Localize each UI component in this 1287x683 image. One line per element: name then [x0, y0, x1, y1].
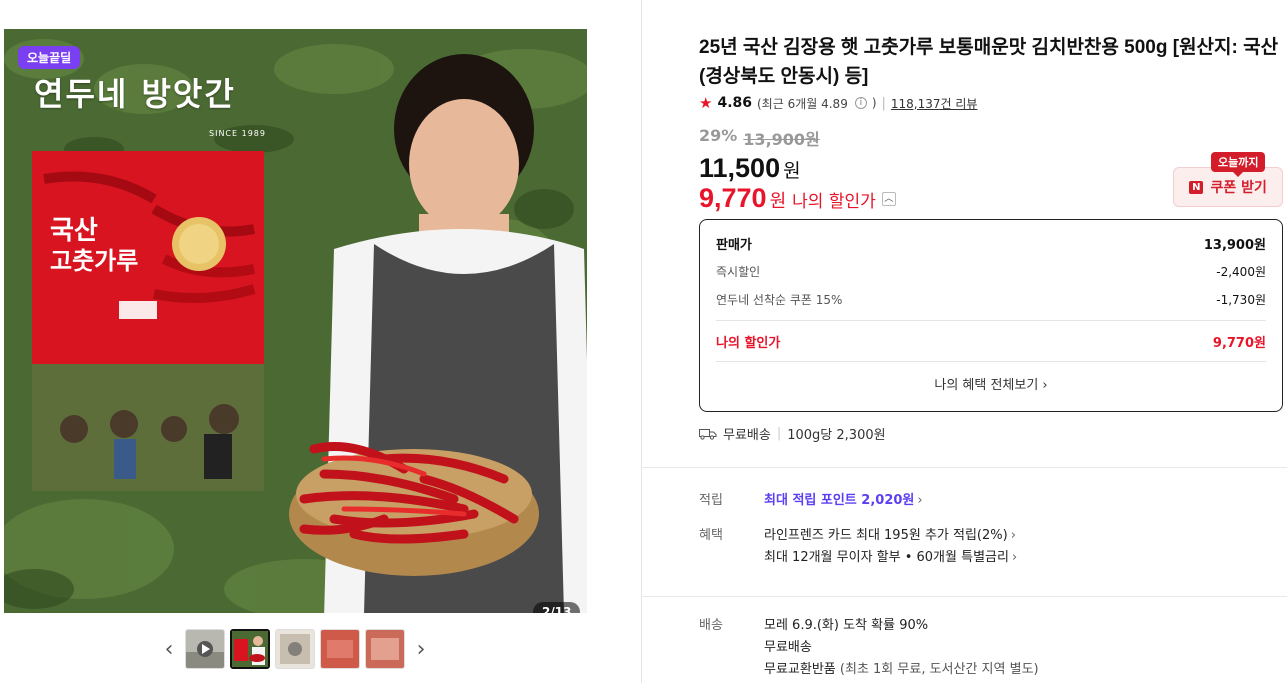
- delivery-free: 무료배송: [764, 640, 812, 655]
- benefit-label: 즉시할인: [716, 264, 761, 279]
- installment-link[interactable]: 최대 12개월 무이자 할부 • 60개월 특별금리 ›: [764, 547, 1017, 569]
- price-row: 11,500 원: [699, 153, 801, 184]
- product-title: 25년 국산 김장용 햇 고춧가루 보통매운맛 김치반찬용 500g [원산지:…: [699, 37, 1279, 87]
- svg-text:고춧가루: 고춧가루: [50, 247, 138, 275]
- my-price-label: 나의 할인가: [716, 335, 781, 351]
- brand-logo: 연두네 방앗간: [34, 75, 236, 113]
- original-price: 13,900원: [743, 130, 820, 149]
- section-divider: [642, 596, 1287, 597]
- today-deal-badge: 오늘끝딜: [18, 46, 81, 69]
- chevron-up-icon[interactable]: ︿: [881, 191, 896, 206]
- rating-value: 4.86: [717, 95, 752, 111]
- delivery-label: 배송: [699, 618, 723, 633]
- price-benefit-box: 판매가 13,900원 즉시할인 -2,400원 연두네 선착순 쿠폰 15% …: [699, 219, 1283, 412]
- rating-recent-close: ): [871, 96, 877, 110]
- benefit-row-sale-price: 판매가 13,900원: [716, 229, 1266, 257]
- original-price-row: 29% 13,900원: [699, 126, 820, 150]
- my-price-row: 9,770 원 나의 할인가 ︿: [699, 183, 896, 214]
- my-discount-price: 9,770: [699, 183, 767, 213]
- my-price-unit: 원: [769, 191, 787, 212]
- benefit-value: -1,730원: [1216, 292, 1266, 307]
- rating-row: ★ 4.86 (최근 6개월 4.89 i ) | 118,137건 리뷰: [699, 94, 977, 112]
- benefit-row-my-price: 나의 할인가 9,770원: [716, 321, 1266, 361]
- product-page: 국산 고춧가루 연두네 방앗간 SINCE 1989 2/13 오늘끝딜 ‹ ›…: [0, 0, 1287, 683]
- get-coupon-button[interactable]: N 쿠폰 받기: [1173, 167, 1283, 207]
- shipping-row: 무료배송 | 100g당 2,300원: [699, 424, 886, 443]
- thumbnail-image: [321, 630, 359, 668]
- benefit-row-coupon: 연두네 선착순 쿠폰 15% -1,730원: [716, 285, 1266, 313]
- chevron-right-icon: ›: [1010, 528, 1016, 543]
- thumbnail-4[interactable]: [320, 629, 360, 669]
- my-price-label: 나의 할인가: [792, 192, 876, 212]
- star-icon: ★: [699, 94, 713, 112]
- thumbnail-image: [232, 631, 268, 667]
- sale-price-unit: 원: [783, 160, 801, 182]
- info-icon[interactable]: i: [854, 97, 867, 109]
- section-divider: [642, 467, 1287, 468]
- free-return-row: 무료교환반품 (최초 1회 무료, 도서산간 지역 별도): [764, 659, 1039, 681]
- coupon-button-label: 쿠폰 받기: [1210, 180, 1267, 196]
- play-icon: [186, 630, 224, 668]
- n-coupon-icon: N: [1189, 180, 1204, 194]
- delivery-eta: 모레 6.9.(화) 도착 확률 90%: [764, 618, 929, 633]
- thumbnail-3[interactable]: [275, 629, 315, 669]
- package-image: 국산 고춧가루: [32, 151, 264, 491]
- free-shipping-text: 무료배송: [723, 428, 771, 443]
- reviews-link[interactable]: 118,137건 리뷰: [891, 95, 978, 112]
- free-return-note: (최초 1회 무료, 도서산간 지역 별도): [839, 662, 1039, 677]
- benefit-label: 연두네 선착순 쿠폰 15%: [716, 292, 843, 307]
- sale-price: 11,500: [699, 153, 781, 183]
- discount-rate: 29%: [699, 126, 738, 145]
- thumbnail-image: [276, 630, 314, 668]
- chevron-right-icon: ›: [917, 493, 923, 508]
- see-all-benefits-link[interactable]: 나의 혜택 전체보기 ›: [716, 362, 1266, 410]
- chevron-right-icon[interactable]: ›: [410, 629, 432, 669]
- benefit-value: -2,400원: [1216, 264, 1266, 279]
- card-benefit-text: 라인프렌즈 카드 최대 195원 추가 적립(2%): [764, 528, 1008, 543]
- installment-text: 최대 12개월 무이자 할부 • 60개월 특별금리: [764, 550, 1009, 565]
- benefits-label: 혜택: [699, 528, 723, 543]
- points-value: 최대 적립 포인트 2,020원: [764, 493, 915, 508]
- thumbnail-video[interactable]: [185, 629, 225, 669]
- points-label: 적립: [699, 493, 723, 508]
- benefit-label: 판매가: [716, 237, 752, 253]
- foliage-background: 국산 고춧가루: [4, 29, 587, 613]
- thumbnail-current[interactable]: [230, 629, 270, 669]
- my-price-value: 9,770원: [1212, 335, 1266, 351]
- benefit-value: 13,900원: [1203, 237, 1266, 253]
- chevron-left-icon[interactable]: ‹: [158, 629, 180, 669]
- rating-recent: (최근 6개월 4.89: [757, 96, 848, 111]
- points-value-link[interactable]: 최대 적립 포인트 2,020원 ›: [764, 490, 923, 512]
- thumbnail-strip: ‹ ›: [158, 627, 432, 671]
- brand-since-text: SINCE 1989: [209, 129, 266, 138]
- main-product-image[interactable]: 국산 고춧가루 연두네 방앗간 SINCE 1989 2/13: [4, 29, 587, 613]
- card-benefit-link[interactable]: 라인프렌즈 카드 최대 195원 추가 적립(2%) ›: [764, 525, 1016, 547]
- benefit-row-instant-discount: 즉시할인 -2,400원: [716, 257, 1266, 285]
- free-return-text: 무료교환반품: [764, 662, 836, 677]
- truck-icon: [699, 428, 717, 440]
- svg-text:국산: 국산: [50, 216, 98, 246]
- thumbnail-image: [366, 630, 404, 668]
- unit-price-text: 100g당 2,300원: [787, 428, 886, 443]
- divider: |: [776, 426, 782, 441]
- divider: |: [881, 95, 886, 111]
- product-gallery: 국산 고춧가루 연두네 방앗간 SINCE 1989 2/13 오늘끝딜 ‹ ›: [0, 0, 642, 683]
- thumbnail-5[interactable]: [365, 629, 405, 669]
- coupon-tooltip: 오늘까지: [1211, 152, 1266, 177]
- chevron-right-icon: ›: [1011, 550, 1018, 565]
- image-counter: 2/13: [533, 602, 581, 613]
